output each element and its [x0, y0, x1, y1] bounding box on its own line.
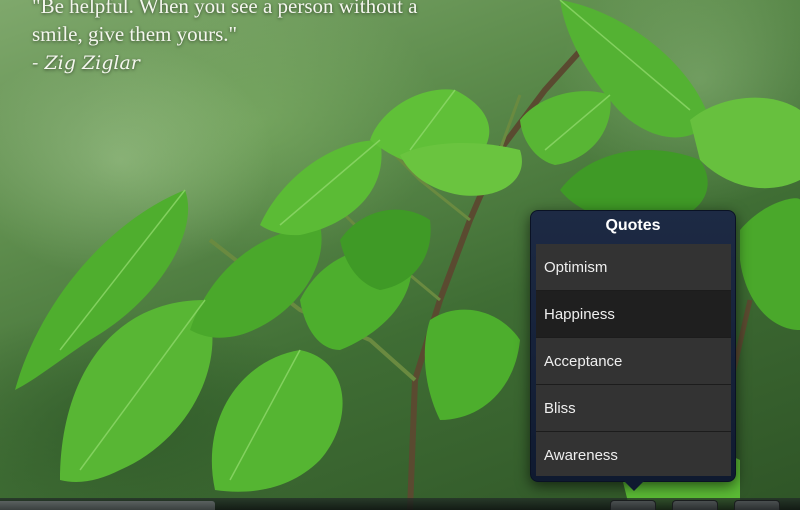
popover-title: Quotes	[605, 217, 661, 234]
quotes-popover: Quotes Optimism Happiness Acceptance Bli…	[530, 210, 736, 491]
list-item-bliss[interactable]: Bliss	[536, 385, 731, 432]
toolbar-button[interactable]	[672, 500, 718, 510]
quotes-list[interactable]: Optimism Happiness Acceptance Bliss Awar…	[536, 244, 731, 476]
list-item-optimism[interactable]: Optimism	[536, 244, 731, 291]
share-toolbar-button[interactable]	[734, 500, 780, 510]
popover-arrow	[623, 480, 645, 491]
toolbar-left-panel	[0, 501, 215, 510]
list-item-acceptance[interactable]: Acceptance	[536, 338, 731, 385]
list-item-awareness[interactable]: Awareness	[536, 432, 731, 476]
quote-text: "Be helpful. When you see a person witho…	[32, 0, 418, 46]
quotes-toolbar-button[interactable]	[610, 500, 656, 510]
quote-author: - Zig Ziglar	[32, 52, 140, 74]
list-item-happiness[interactable]: Happiness	[536, 291, 731, 338]
bottom-toolbar	[0, 498, 800, 510]
